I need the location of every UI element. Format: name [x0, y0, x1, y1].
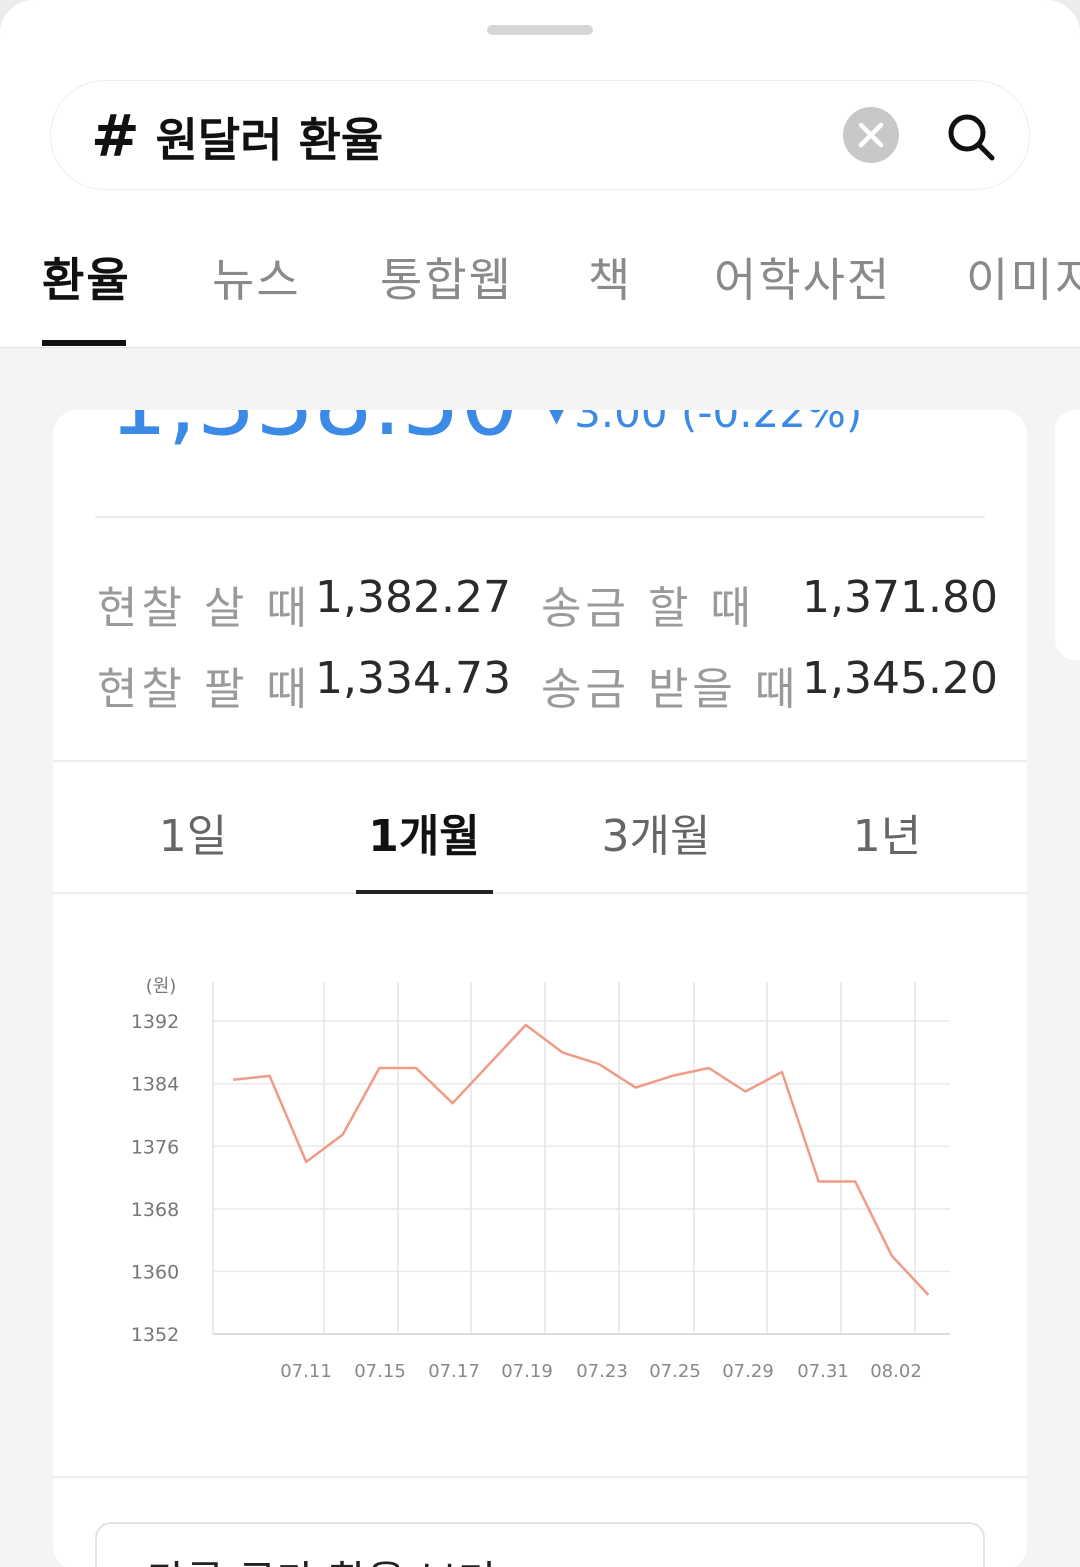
category-tabs: 환율 뉴스 통합웹 책 어학사전 이미지	[0, 230, 1080, 348]
clear-button[interactable]	[843, 107, 899, 163]
x-tick-label: 07.19	[501, 1361, 553, 1382]
search-button[interactable]	[943, 109, 999, 165]
x-tick-label: 07.25	[649, 1361, 701, 1382]
exchange-rate-chart: (원) 1392 1384 1376 1368 1360 1352 07.11 07.15 07.…	[53, 410, 1027, 1567]
hashtag-icon: #	[91, 102, 140, 170]
line-chart: (원) 1392 1384 1376 1368 1360 1352 07.11 07.15 07.…	[131, 976, 950, 1382]
x-tick-label: 07.15	[354, 1361, 406, 1382]
tab-images[interactable]: 이미지	[966, 244, 1080, 310]
x-tick-label: 07.29	[722, 1361, 774, 1382]
section-divider	[53, 1476, 1027, 1478]
y-tick-label: 1360	[131, 1261, 179, 1283]
header-area: # 원달러 환율 환율 뉴스 통합웹 책 어학사전 이미지	[0, 0, 1080, 348]
bottom-sheet: # 원달러 환율 환율 뉴스 통합웹 책 어학사전 이미지 ▼ 3.00 (-0…	[0, 0, 1080, 1567]
series-line	[232, 1023, 930, 1296]
drag-handle[interactable]	[487, 25, 593, 35]
y-tick-label: 1384	[131, 1074, 179, 1096]
tab-dictionary[interactable]: 어학사전	[714, 244, 891, 310]
active-tab-indicator	[42, 340, 126, 346]
y-unit-label: (원)	[146, 976, 177, 997]
y-tick-label: 1392	[131, 1011, 179, 1033]
search-bar[interactable]: # 원달러 환율	[50, 80, 1030, 190]
tab-exchange-rate[interactable]: 환율	[42, 244, 131, 310]
y-tick-label: 1368	[131, 1199, 179, 1221]
x-tick-label: 07.23	[576, 1361, 628, 1382]
x-tick-label: 07.31	[797, 1361, 849, 1382]
search-icon	[948, 114, 995, 161]
other-currency-label: 다른 국가 환율 보기	[147, 1548, 496, 1567]
y-tick-label: 1376	[131, 1136, 179, 1158]
x-tick-label: 08.02	[870, 1361, 922, 1382]
x-tick-label: 07.17	[428, 1361, 480, 1382]
tab-books[interactable]: 책	[588, 244, 632, 310]
tab-news[interactable]: 뉴스	[212, 244, 301, 310]
next-card-peek[interactable]	[1055, 410, 1080, 660]
x-tick-label: 07.11	[280, 1361, 332, 1382]
tab-integrated-web[interactable]: 통합웹	[380, 244, 513, 310]
search-query-text: 원달러 환율	[155, 113, 384, 167]
close-icon	[858, 122, 884, 148]
search-query[interactable]: # 원달러 환율	[91, 81, 383, 191]
exchange-rate-card: 1,338.50 ▼3.00 (-0.22%) 현찰 살 때 1,382.27 …	[53, 410, 1027, 1567]
y-tick-label: 1352	[131, 1324, 179, 1346]
other-currency-button[interactable]: 다른 국가 환율 보기	[95, 1522, 985, 1567]
